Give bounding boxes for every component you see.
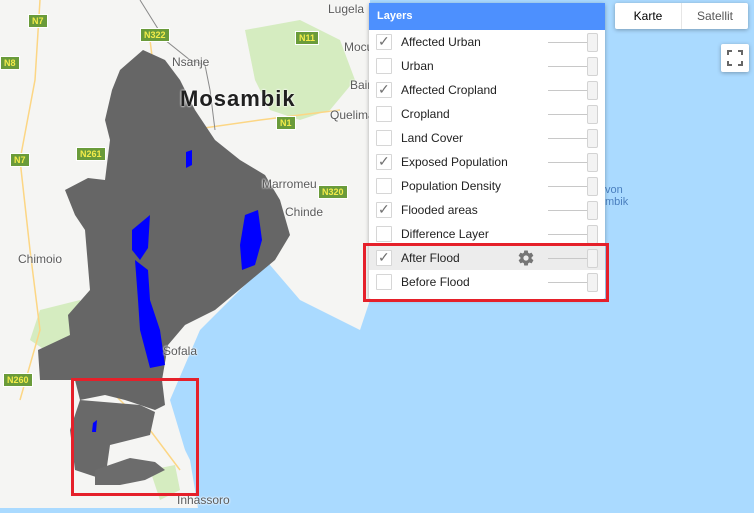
opacity-slider-thumb[interactable] (587, 105, 598, 124)
layer-checkbox[interactable]: ✓ (376, 153, 392, 170)
layer-row: ✓ Affected Urban (369, 30, 605, 54)
opacity-slider-thumb[interactable] (587, 273, 598, 292)
checkmark-icon: ✓ (378, 81, 390, 97)
layer-row: Land Cover (369, 126, 605, 150)
opacity-slider-track[interactable] (548, 234, 588, 235)
opacity-slider-thumb[interactable] (587, 153, 598, 172)
layer-label[interactable]: Cropland (401, 107, 450, 121)
layer-checkbox[interactable]: ✓ (376, 33, 392, 50)
layer-checkbox[interactable] (376, 130, 392, 146)
opacity-slider-track[interactable] (548, 66, 588, 67)
road-shield: N7 (10, 153, 30, 167)
road-shield: N8 (0, 56, 20, 70)
opacity-slider-track[interactable] (548, 42, 588, 43)
road-shield: N11 (295, 31, 320, 45)
road-shield: N320 (318, 185, 348, 199)
opacity-slider-track[interactable] (548, 114, 588, 115)
layer-checkbox[interactable] (376, 178, 392, 194)
place-label: Marromeu (262, 177, 317, 191)
fullscreen-icon (727, 50, 743, 66)
layer-row: ✓ Exposed Population (369, 150, 605, 174)
checkmark-icon: ✓ (378, 201, 390, 217)
opacity-slider-thumb[interactable] (587, 249, 598, 268)
opacity-slider-track[interactable] (548, 210, 588, 211)
opacity-slider-thumb[interactable] (587, 57, 598, 76)
road-shield: N322 (140, 28, 170, 42)
layers-panel: Layers ✓ Affected Urban Urban ✓ Affected Cro… (369, 3, 605, 299)
opacity-slider-thumb[interactable] (587, 225, 598, 244)
layer-checkbox[interactable]: ✓ (376, 249, 392, 266)
flood-area (186, 150, 192, 168)
layers-panel-title: Layers (369, 3, 605, 30)
layer-label[interactable]: Affected Urban (401, 35, 481, 49)
layer-list: ✓ Affected Urban Urban ✓ Affected Cropland Cr… (369, 30, 605, 294)
opacity-slider-track[interactable] (548, 138, 588, 139)
layer-label[interactable]: After Flood (401, 251, 460, 265)
layer-row: Difference Layer (369, 222, 605, 246)
water-label-line: mbik (605, 196, 629, 208)
layer-checkbox[interactable] (376, 58, 392, 74)
fullscreen-button[interactable] (721, 44, 749, 72)
place-label: Nsanje (172, 55, 210, 69)
layer-checkbox[interactable]: ✓ (376, 201, 392, 218)
place-label: Chinde (285, 205, 324, 219)
layer-checkbox[interactable] (376, 226, 392, 242)
opacity-slider-thumb[interactable] (587, 81, 598, 100)
layer-label[interactable]: Exposed Population (401, 155, 508, 169)
layer-label[interactable]: Before Flood (401, 275, 470, 289)
checkmark-icon: ✓ (378, 153, 390, 169)
layer-row: Cropland (369, 102, 605, 126)
place-label: Chimoio (18, 252, 63, 266)
layer-label[interactable]: Urban (401, 59, 434, 73)
water-label-line: von (605, 184, 623, 196)
layer-row: Before Flood (369, 270, 605, 294)
road-shield: N261 (76, 147, 106, 161)
map-type-satellit-button[interactable]: Satellit (682, 3, 748, 29)
layer-label[interactable]: Population Density (401, 179, 501, 193)
layer-label[interactable]: Difference Layer (401, 227, 489, 241)
place-label: Inhassoro (177, 493, 230, 507)
opacity-slider-thumb[interactable] (587, 129, 598, 148)
layer-row: ✓ Affected Cropland (369, 78, 605, 102)
layer-row: ✓ Flooded areas (369, 198, 605, 222)
checkmark-icon: ✓ (378, 33, 390, 49)
opacity-slider-track[interactable] (548, 258, 588, 259)
opacity-slider-track[interactable] (548, 162, 588, 163)
opacity-slider-thumb[interactable] (587, 177, 598, 196)
water-label: von mbik (605, 184, 628, 208)
country-label: Mosambik (180, 86, 296, 111)
layer-row: Urban (369, 54, 605, 78)
layer-checkbox[interactable]: ✓ (376, 81, 392, 98)
place-label: Lugela (328, 2, 365, 16)
layer-label[interactable]: Land Cover (401, 131, 463, 145)
road-shield: N1 (276, 116, 296, 130)
opacity-slider-thumb[interactable] (587, 201, 598, 220)
road-shield: N260 (3, 373, 33, 387)
opacity-slider-thumb[interactable] (587, 33, 598, 52)
checkmark-icon: ✓ (378, 249, 390, 265)
opacity-slider-track[interactable] (548, 90, 588, 91)
layer-row: ✓ After Flood (369, 246, 605, 270)
layer-checkbox[interactable] (376, 106, 392, 122)
gear-icon[interactable] (517, 249, 535, 267)
layer-label[interactable]: Affected Cropland (401, 83, 497, 97)
opacity-slider-track[interactable] (548, 186, 588, 187)
map-type-karte-button[interactable]: Karte (615, 3, 682, 29)
layer-label[interactable]: Flooded areas (401, 203, 478, 217)
layer-checkbox[interactable] (376, 274, 392, 290)
place-label: Sofala (163, 344, 198, 358)
opacity-slider-track[interactable] (548, 282, 588, 283)
layer-row: Population Density (369, 174, 605, 198)
map-type-control: Karte Satellit (615, 3, 748, 29)
road-shield: N7 (28, 14, 48, 28)
